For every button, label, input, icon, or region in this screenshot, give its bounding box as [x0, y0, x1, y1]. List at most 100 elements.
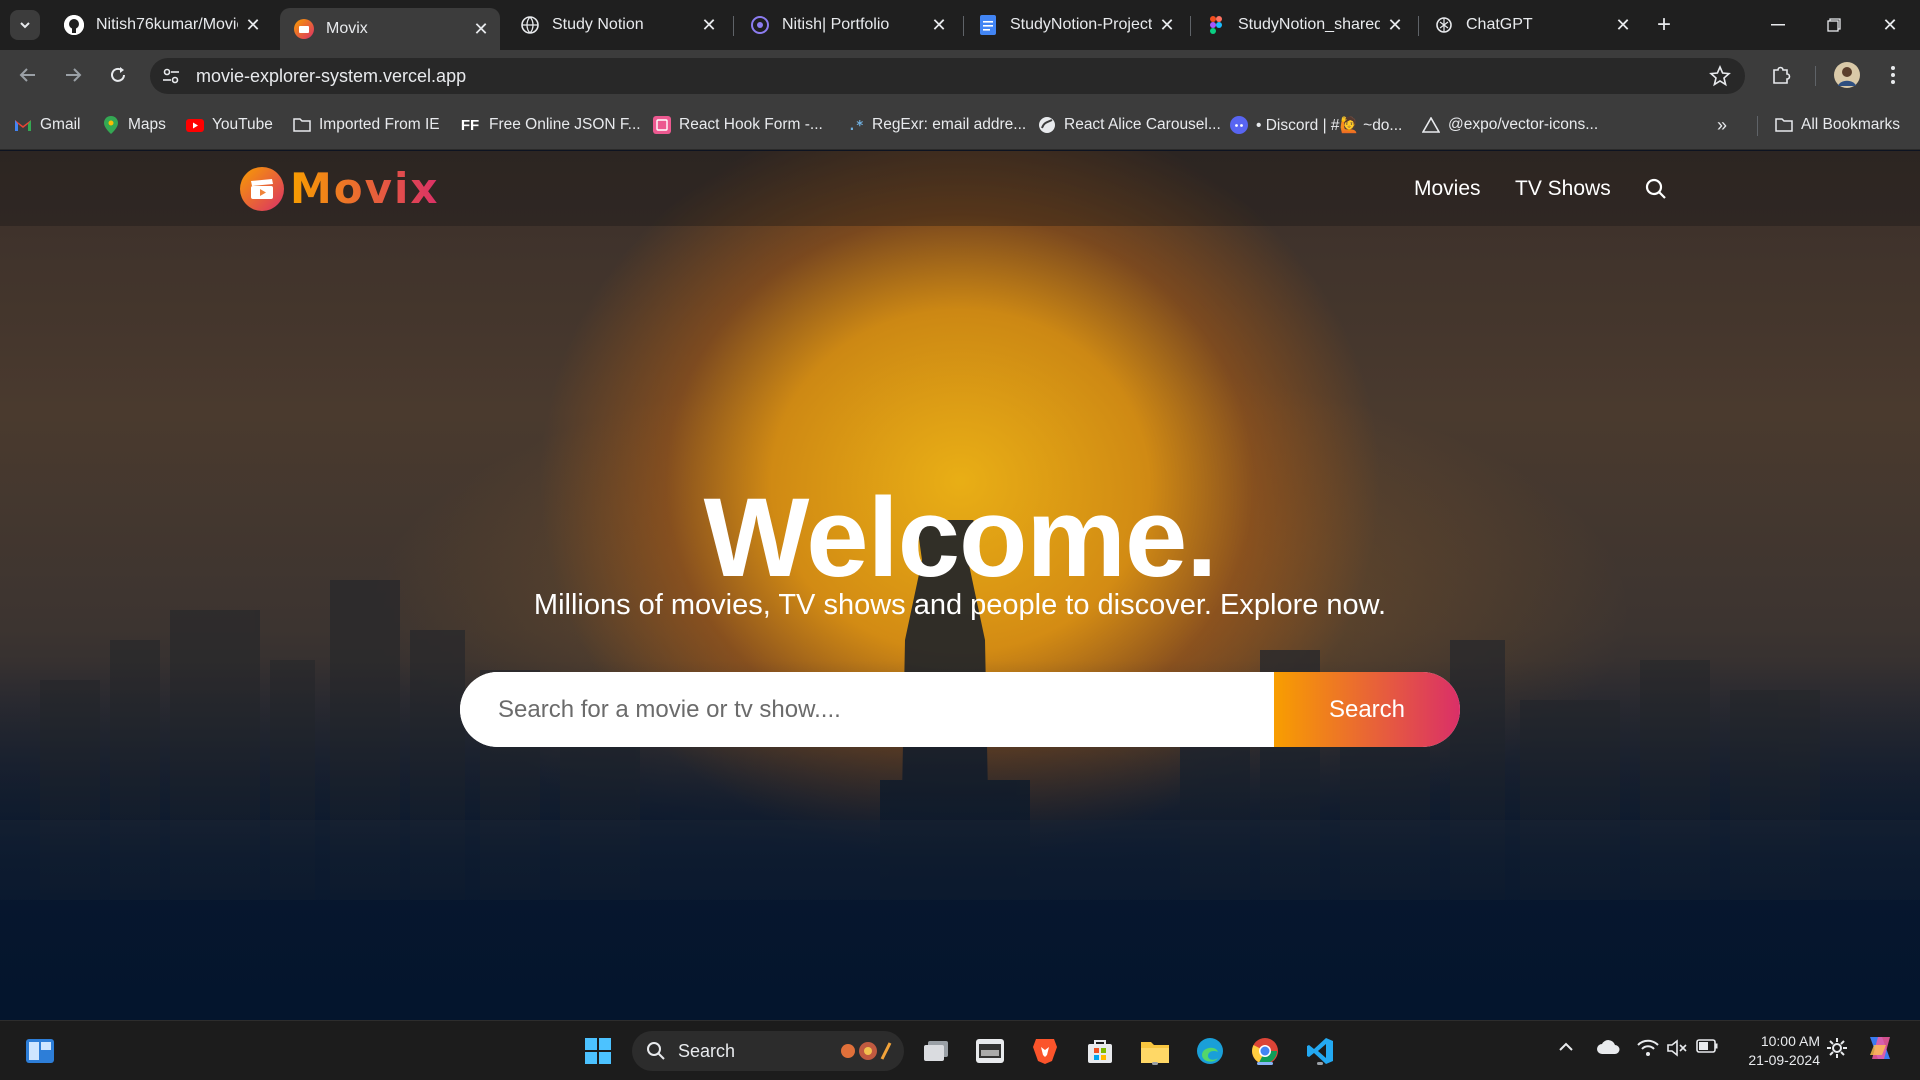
tab-chatgpt[interactable]: ChatGPT ✕	[1420, 8, 1642, 42]
movie-search-input[interactable]	[460, 672, 1274, 747]
profile-avatar[interactable]	[1834, 62, 1860, 88]
tab-separator	[733, 16, 734, 36]
close-tab-icon[interactable]: ✕	[700, 15, 718, 35]
logo-text: Movix	[290, 164, 440, 213]
system-clock[interactable]: 10:00 AM 21-09-2024	[1736, 1032, 1820, 1070]
task-view-icon[interactable]	[918, 1033, 954, 1069]
portfolio-icon	[750, 15, 770, 35]
nav-tv-shows[interactable]: TV Shows	[1515, 177, 1611, 201]
tab-separator	[1418, 16, 1419, 36]
hero-title: Welcome.	[703, 475, 1218, 600]
clock-date: 21-09-2024	[1748, 1052, 1820, 1068]
bookmark-regexr[interactable]: .* RegExr: email addre...	[846, 114, 1026, 136]
clock-time: 10:00 AM	[1760, 1033, 1820, 1049]
restore-icon[interactable]	[1814, 10, 1854, 40]
chatgpt-icon	[1434, 15, 1454, 35]
close-tab-icon[interactable]: ✕	[930, 15, 948, 35]
extensions-puzzle-icon[interactable]	[1768, 62, 1794, 88]
site-header: Movix Movies TV Shows	[0, 151, 1920, 226]
docs-icon	[978, 15, 998, 35]
close-tab-icon[interactable]: ✕	[1386, 15, 1404, 35]
file-explorer-icon[interactable]	[1137, 1033, 1173, 1069]
new-tab-plus-icon[interactable]: +	[1651, 11, 1677, 38]
reload-icon[interactable]	[103, 60, 133, 90]
battery-icon[interactable]	[1696, 1039, 1718, 1058]
close-tab-icon[interactable]: ✕	[1614, 15, 1632, 35]
close-tab-icon[interactable]: ✕	[472, 19, 490, 39]
expo-icon	[1422, 116, 1440, 134]
all-bookmarks-folder[interactable]: All Bookmarks	[1775, 114, 1900, 136]
tab-movix[interactable]: Movix ✕	[280, 8, 500, 50]
kebab-menu-icon[interactable]	[1880, 62, 1906, 88]
chrome-icon[interactable]	[1247, 1033, 1283, 1069]
forward-arrow-icon[interactable]	[58, 60, 88, 90]
hero-search-bar: Search	[460, 672, 1460, 747]
browser-tab-strip: Nitish76kumar/Movie ✕ Movix ✕ Study Noti…	[0, 0, 1920, 50]
close-window-icon[interactable]: ✕	[1870, 10, 1910, 40]
tab-study-notion[interactable]: Study Notion ✕	[506, 8, 728, 42]
regexr-icon: .*	[846, 116, 864, 134]
browser-toolbar: movie-explorer-system.vercel.app	[0, 50, 1920, 100]
bookmark-react-hook-form[interactable]: React Hook Form -...	[653, 114, 823, 136]
bookmark-youtube[interactable]: YouTube	[186, 114, 273, 136]
react-hook-form-icon	[653, 116, 671, 134]
tab-portfolio[interactable]: Nitish| Portfolio ✕	[736, 8, 958, 42]
discord-icon	[1230, 116, 1248, 134]
toolbar-divider	[1815, 66, 1816, 86]
search-icon	[647, 1042, 665, 1060]
hero-subtitle: Millions of movies, TV shows and people …	[533, 589, 1387, 621]
bookmark-imported-from-ie[interactable]: Imported From IE	[293, 114, 440, 136]
close-tab-icon[interactable]: ✕	[1158, 15, 1176, 35]
clapperboard-icon	[240, 166, 284, 211]
site-settings-icon[interactable]	[160, 65, 182, 87]
vscode-icon[interactable]	[1302, 1033, 1338, 1069]
github-icon	[64, 15, 84, 35]
wifi-icon[interactable]	[1637, 1039, 1659, 1062]
brave-browser-icon[interactable]	[1027, 1033, 1063, 1069]
bookmark-maps[interactable]: Maps	[102, 114, 166, 136]
onedrive-cloud-icon[interactable]	[1596, 1039, 1620, 1060]
tab-studynotion-shared[interactable]: StudyNotion_shared ✕	[1192, 8, 1414, 42]
taskbar-search-box[interactable]: Search	[632, 1031, 904, 1071]
tab-github[interactable]: Nitish76kumar/Movie ✕	[50, 8, 272, 42]
folder-icon	[293, 116, 311, 134]
show-hidden-icons-chevron-icon[interactable]	[1558, 1039, 1574, 1057]
tab-search-chevron-icon[interactable]	[10, 10, 40, 40]
volume-muted-icon[interactable]	[1666, 1039, 1688, 1062]
bookmark-star-icon[interactable]	[1709, 64, 1731, 92]
bookmark-expo-vector-icons[interactable]: @expo/vector-icons...	[1422, 114, 1598, 136]
bookmark-react-alice-carousel[interactable]: React Alice Carousel...	[1038, 114, 1221, 136]
youtube-icon	[186, 116, 204, 134]
more-bookmarks-chevron-icon[interactable]: »	[1717, 114, 1727, 136]
copilot-icon[interactable]	[1864, 1033, 1896, 1068]
url-text[interactable]: movie-explorer-system.vercel.app	[196, 66, 466, 87]
tab-studynotion-project[interactable]: StudyNotion-Project ✕	[964, 8, 1186, 42]
search-icon[interactable]	[1644, 177, 1668, 201]
minimize-icon[interactable]	[1758, 10, 1798, 40]
search-button[interactable]: Search	[1274, 672, 1460, 747]
edge-browser-icon[interactable]	[1192, 1033, 1228, 1069]
nav-movies[interactable]: Movies	[1414, 177, 1481, 201]
ff-icon: FF	[460, 116, 480, 134]
bookmark-gmail[interactable]: Gmail	[14, 114, 80, 136]
windows-start-icon[interactable]	[580, 1033, 616, 1069]
windows-taskbar: Search 10:00 AM 21-09-2024	[0, 1020, 1920, 1080]
figma-icon	[1206, 15, 1226, 35]
movix-logo[interactable]: Movix	[240, 164, 440, 213]
photo-app-icon[interactable]	[972, 1033, 1008, 1069]
search-highlight-doodle-icon	[838, 1039, 894, 1068]
widgets-icon[interactable]	[22, 1033, 58, 1069]
close-tab-icon[interactable]: ✕	[244, 15, 262, 35]
svg-text:.*: .*	[848, 119, 863, 133]
bookmark-discord[interactable]: • Discord | #🙋 ~do...	[1230, 114, 1402, 136]
active-app-indicator	[1257, 1062, 1273, 1065]
back-arrow-icon[interactable]	[13, 60, 43, 90]
bookmark-json-formatter[interactable]: FF Free Online JSON F...	[459, 114, 641, 136]
bookmarks-bar: Gmail Maps YouTube Imported From IE FF F…	[0, 100, 1920, 150]
globe-icon	[1038, 116, 1056, 134]
tab-separator	[1190, 16, 1191, 36]
gmail-icon	[14, 116, 32, 134]
microsoft-store-icon[interactable]	[1082, 1033, 1118, 1069]
notification-settings-gear-icon[interactable]	[1826, 1037, 1848, 1064]
address-bar[interactable]: movie-explorer-system.vercel.app	[150, 58, 1745, 94]
